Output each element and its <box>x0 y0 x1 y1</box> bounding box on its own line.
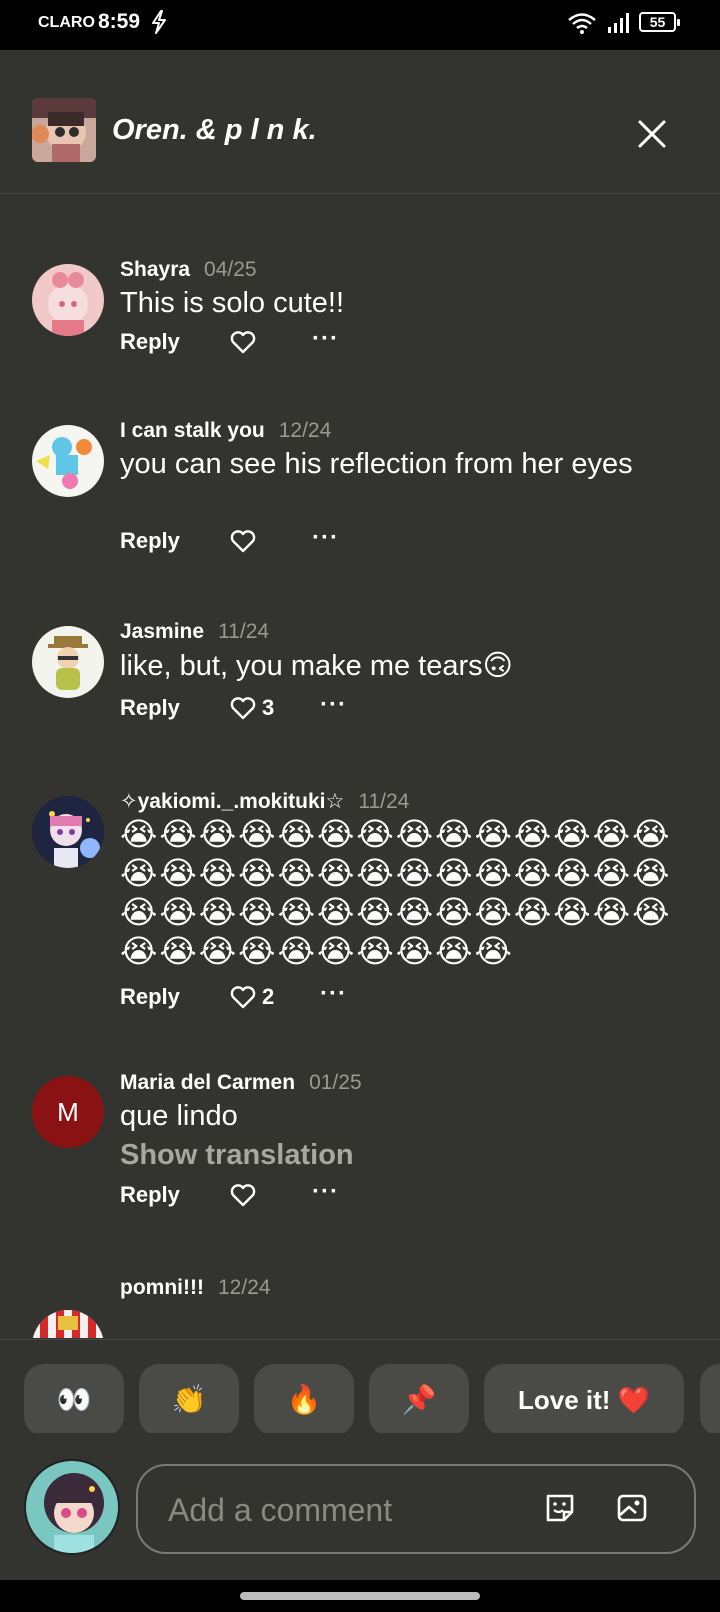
like-count: 2 <box>262 984 275 1009</box>
comment-actions: Reply ··· <box>120 1180 420 1212</box>
reaction-fire[interactable]: 🔥 <box>254 1364 354 1433</box>
heart-icon[interactable] <box>230 529 256 553</box>
heart-icon[interactable] <box>230 1183 256 1207</box>
avatar-initial: M <box>57 1097 79 1127</box>
reply-button[interactable]: Reply <box>120 984 180 1010</box>
comment-date: 01/25 <box>309 1071 362 1094</box>
comment-text: 😭😭😭😭😭😭😭😭😭😭😭😭😭😭😭😭😭😭😭😭😭😭😭😭😭😭😭😭😭😭😭😭😭😭😭😭😭😭😭😭… <box>120 816 672 969</box>
more-options-icon[interactable]: ··· <box>312 526 339 550</box>
avatar[interactable]: M <box>32 1076 104 1148</box>
reaction-eyes[interactable]: 👀 <box>24 1364 124 1433</box>
carrier-label: CLARO <box>38 14 95 31</box>
comment-date: 12/24 <box>217 1276 271 1299</box>
home-gesture-handle[interactable] <box>240 1592 480 1600</box>
reaction-more[interactable] <box>700 1364 720 1433</box>
avatar[interactable] <box>32 425 104 497</box>
image-icon[interactable] <box>614 1490 650 1526</box>
heart-icon[interactable] <box>230 985 256 1009</box>
battery-icon: 55 <box>639 12 680 32</box>
comment-actions: Reply 3 ··· <box>120 693 420 725</box>
heart-icon[interactable] <box>230 330 256 354</box>
comment-text: like, but, you make me tears🙃 <box>120 650 513 682</box>
comments-header: Oren. & p l n k. <box>0 50 720 194</box>
avatar[interactable] <box>32 626 104 698</box>
comment-date: 12/24 <box>278 419 332 442</box>
comment-text: This is solo cute!! <box>120 287 345 319</box>
comment-input-placeholder: Add a comment <box>168 1492 393 1528</box>
signal-icon <box>608 13 629 33</box>
more-options-icon[interactable]: ··· <box>312 327 339 351</box>
comment-username[interactable]: Jasmine <box>120 620 204 643</box>
reply-button[interactable]: Reply <box>120 695 180 721</box>
system-nav-bar <box>0 1580 720 1612</box>
comment-username[interactable]: pomni!!! <box>120 1276 204 1299</box>
comment-date: 11/24 <box>218 620 270 643</box>
show-translation-link[interactable]: Show translation <box>120 1139 354 1172</box>
more-options-icon[interactable]: ··· <box>320 982 347 1006</box>
comment-actions: Reply ··· <box>120 526 420 558</box>
quick-reactions-bar: 👀 👏 🔥 📌 Love it! ❤️ <box>0 1339 720 1433</box>
comment-username[interactable]: Maria del Carmen <box>120 1071 295 1094</box>
comment-composer: Add a comment <box>0 1434 720 1580</box>
like-count: 3 <box>262 695 275 720</box>
heart-icon[interactable] <box>230 696 256 720</box>
comment-username[interactable]: Shayra <box>120 258 190 281</box>
reply-button[interactable]: Reply <box>120 528 180 554</box>
comment-list[interactable]: Shayra 04/25 This is solo cute!! Reply ··… <box>0 195 720 1338</box>
reply-button[interactable]: Reply <box>120 1182 180 1208</box>
wifi-icon <box>568 13 596 34</box>
reaction-clap[interactable]: 👏 <box>139 1364 239 1433</box>
clock: 8:59 <box>98 10 141 33</box>
comment-input[interactable]: Add a comment <box>136 1464 696 1554</box>
status-bar: CLARO 8:59 55 <box>0 0 720 50</box>
reaction-love-it[interactable]: Love it! ❤️ <box>484 1364 684 1433</box>
avatar[interactable] <box>24 1459 120 1555</box>
avatar[interactable] <box>32 264 104 336</box>
comment-date: 04/25 <box>204 258 257 281</box>
more-options-icon[interactable]: ··· <box>312 1180 339 1204</box>
charging-icon <box>152 10 166 34</box>
comment-username[interactable]: ✧yakiomi._.mokituki☆ <box>120 790 344 813</box>
sticker-icon[interactable] <box>542 1490 578 1526</box>
pin-thumbnail[interactable] <box>32 98 96 162</box>
reply-button[interactable]: Reply <box>120 329 180 355</box>
reaction-pin[interactable]: 📌 <box>369 1364 469 1433</box>
avatar[interactable] <box>32 796 104 868</box>
comment-text: que lindo <box>120 1100 238 1132</box>
comment-date: 11/24 <box>358 790 410 813</box>
close-icon[interactable] <box>628 110 676 158</box>
comment-actions: Reply 2 ··· <box>120 982 420 1014</box>
comment-text: you can see his reflection from her eyes <box>120 448 633 480</box>
avatar[interactable] <box>32 1310 104 1338</box>
comment-username[interactable]: I can stalk you <box>120 419 265 442</box>
comment-actions: Reply ··· <box>120 327 420 359</box>
pin-title: Oren. & p l n k. <box>112 114 317 146</box>
more-options-icon[interactable]: ··· <box>320 693 347 717</box>
